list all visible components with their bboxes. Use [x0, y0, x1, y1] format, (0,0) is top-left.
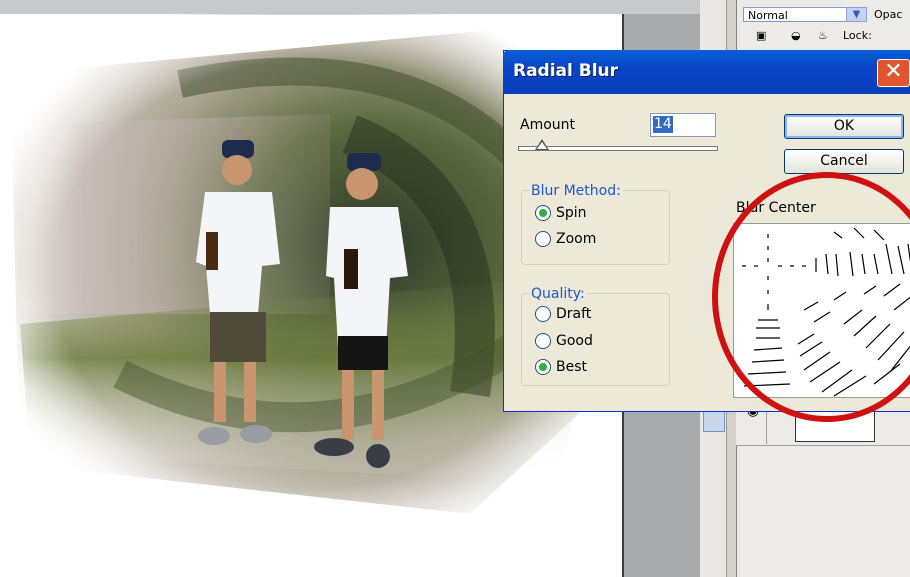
- good-radio[interactable]: [535, 333, 551, 349]
- spin-radio[interactable]: [535, 205, 551, 221]
- good-label[interactable]: Good: [556, 333, 593, 349]
- trash-icon[interactable]: ♨: [818, 28, 828, 44]
- chevron-down-icon[interactable]: ▼: [846, 7, 867, 22]
- best-radio[interactable]: [535, 359, 551, 375]
- document-top-edge: [0, 0, 700, 15]
- close-icon[interactable]: ✕: [877, 59, 910, 87]
- blur-method-group: [521, 190, 670, 265]
- amount-label: Amount: [520, 117, 576, 133]
- best-label[interactable]: Best: [556, 359, 587, 375]
- draft-radio[interactable]: [535, 306, 551, 322]
- quality-legend: Quality:: [529, 286, 587, 302]
- ok-button[interactable]: OK: [784, 114, 904, 139]
- draft-label[interactable]: Draft: [556, 306, 591, 322]
- brush-icon[interactable]: ◒: [791, 28, 801, 44]
- zoom-radio[interactable]: [535, 231, 551, 247]
- amount-value[interactable]: 14: [653, 116, 673, 133]
- dialog-title: Radial Blur: [513, 61, 619, 81]
- opacity-label: Opac: [874, 8, 903, 21]
- blur-method-legend: Blur Method:: [529, 183, 623, 199]
- spin-label[interactable]: Spin: [556, 205, 587, 221]
- cancel-button[interactable]: Cancel: [784, 149, 904, 174]
- lock-label: Lock:: [843, 29, 872, 42]
- lock-transparent-icon[interactable]: ▣: [756, 28, 766, 44]
- slider-handle-inner: [537, 142, 547, 149]
- zoom-label[interactable]: Zoom: [556, 231, 596, 247]
- lock-row: ▣ ◒ ♨ Lock:: [743, 28, 910, 46]
